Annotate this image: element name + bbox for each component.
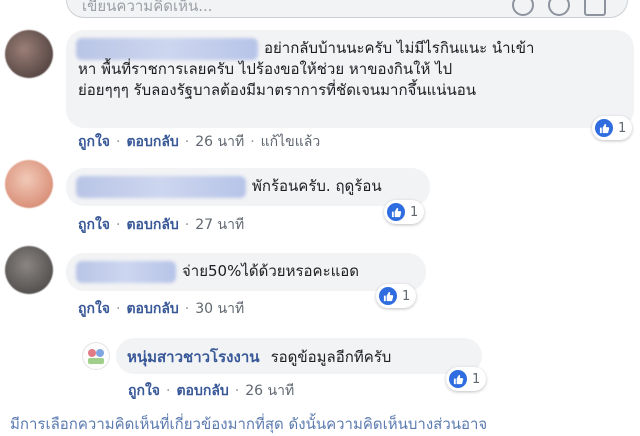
avatar[interactable] (5, 246, 53, 294)
like-link[interactable]: ถูกใจ (78, 134, 110, 150)
blurred-author-name (76, 38, 258, 60)
thumbs-up-icon (379, 287, 397, 305)
reply-content: หนุ่มสาวชาวโรงงาน รอดูข้อมูลอีกทีครับ (127, 345, 391, 369)
reply-link[interactable]: ตอบกลับ (126, 134, 178, 150)
reaction-count-badge[interactable]: 1 (376, 284, 417, 308)
comment-actions: ถูกใจ · ตอบกลับ · 26 นาที · แก้ไขแล้ว (78, 134, 321, 150)
timestamp[interactable]: 26 นาที (195, 134, 244, 150)
thumbs-up-icon (387, 203, 405, 221)
comment-text-line: หา พื้นที่ราชการเลยครับ ไปร้องขอให้ช่วย … (78, 60, 453, 78)
reaction-count: 1 (402, 288, 411, 304)
timestamp[interactable]: 26 นาที (245, 383, 294, 399)
reaction-count: 1 (618, 120, 627, 136)
reply-link[interactable]: ตอบกลับ (126, 217, 178, 233)
reaction-count: 1 (410, 204, 419, 220)
edited-label[interactable]: แก้ไขแล้ว (261, 134, 321, 150)
comment-actions: ถูกใจ · ตอบกลับ · 27 นาที (78, 217, 245, 233)
reaction-count-badge[interactable]: 1 (592, 116, 633, 140)
comment-text: พักร้อนครับ. ฤดูร้อน (252, 177, 382, 195)
factory-logo-icon (88, 349, 104, 364)
like-link[interactable]: ถูกใจ (78, 217, 110, 233)
reply-avatar[interactable] (82, 342, 110, 370)
comment-actions: ถูกใจ · ตอบกลับ · 30 นาที (78, 301, 245, 317)
thumbs-up-icon (449, 370, 467, 388)
reaction-count: 1 (472, 371, 481, 387)
blurred-author-name (76, 176, 246, 198)
comment-text-line: อย่ากลับบ้านนะครับ ไม่มีไรกินแนะ นำเข้า (264, 39, 535, 57)
reply-author[interactable]: หนุ่มสาวชาวโรงงาน (127, 348, 260, 366)
thumbs-up-icon (595, 119, 613, 137)
reaction-count-badge[interactable]: 1 (384, 200, 425, 224)
reply-link[interactable]: ตอบกลับ (176, 383, 228, 399)
composer-placeholder: เขียนความคิดเห็น... (82, 0, 213, 15)
comment-filter-notice: มีการเลือกความคิดเห็นที่เกี่ยวข้องมากที่… (10, 415, 488, 433)
reply-text: รอดูข้อมูลอีกทีครับ (270, 348, 392, 366)
timestamp[interactable]: 30 นาที (195, 301, 244, 317)
comment-text: จ่าย50%ได้ด้วยหรอคะแอด (182, 262, 360, 280)
avatar[interactable] (5, 30, 53, 78)
like-link[interactable]: ถูกใจ (78, 301, 110, 317)
timestamp[interactable]: 27 นาที (195, 217, 244, 233)
blurred-author-name (76, 261, 176, 283)
like-link[interactable]: ถูกใจ (128, 383, 160, 399)
reply-actions: ถูกใจ · ตอบกลับ · 26 นาที (128, 383, 295, 399)
comment-text-line: ย่อยๆๆๆ รับลองรัฐบาลต้องมีมาตราการที่ชัด… (78, 81, 477, 99)
reply-link[interactable]: ตอบกลับ (126, 301, 178, 317)
avatar[interactable] (5, 160, 53, 208)
reaction-count-badge[interactable]: 1 (446, 367, 487, 391)
gif-icon[interactable] (584, 0, 606, 16)
